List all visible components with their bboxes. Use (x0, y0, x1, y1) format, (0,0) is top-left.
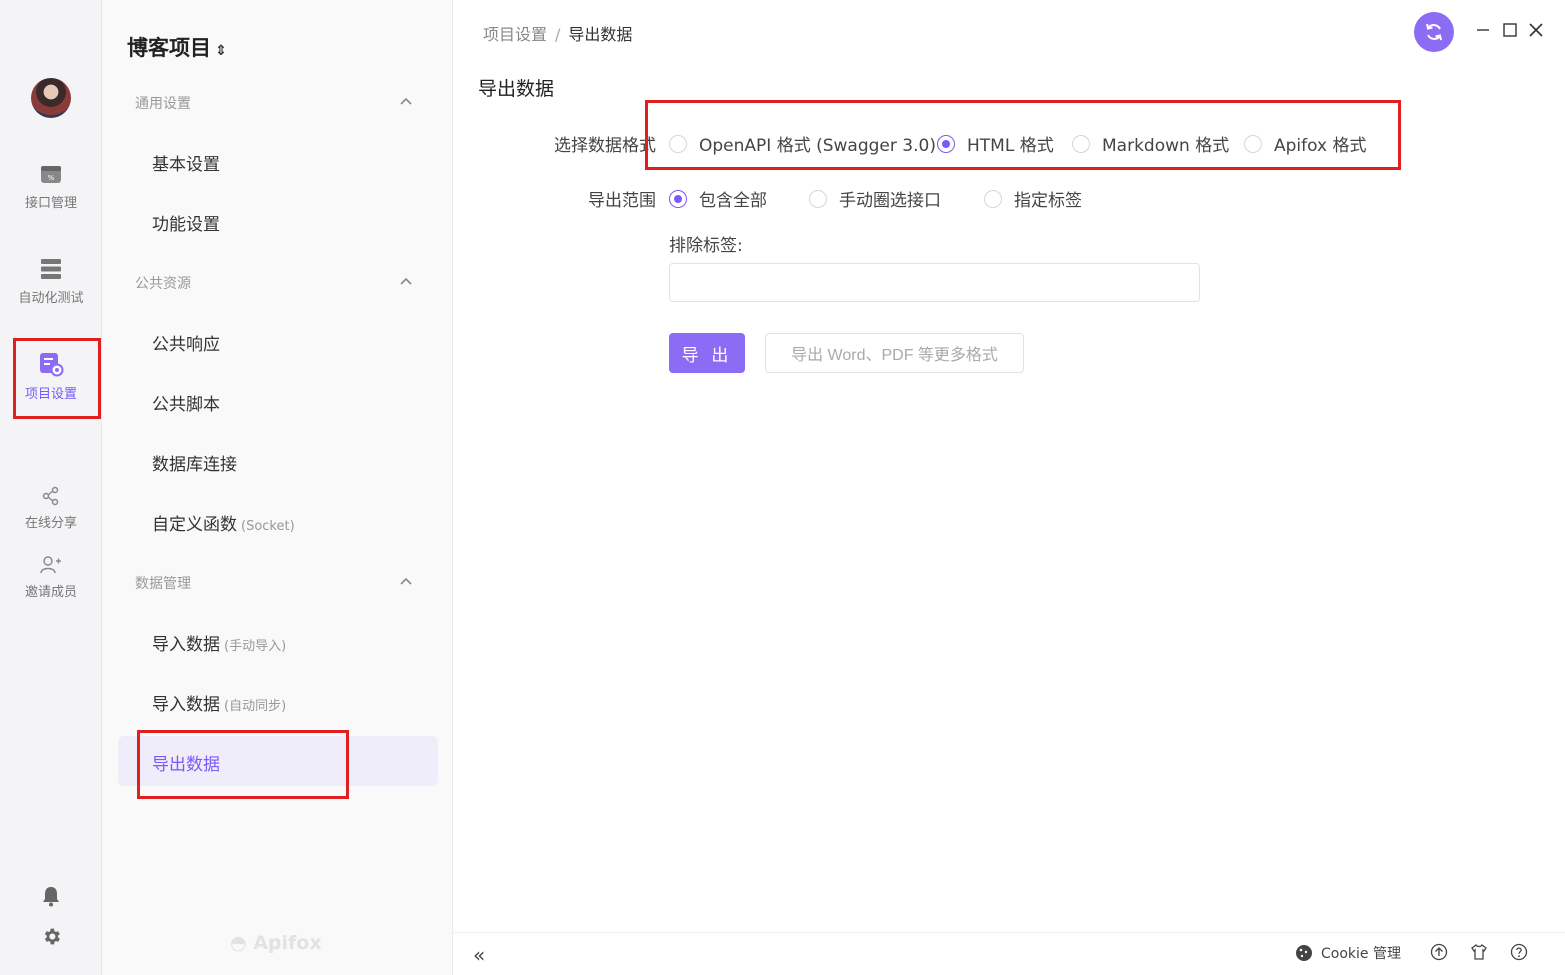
breadcrumb: 项目设置 / 导出数据 (483, 21, 632, 45)
more-formats-button[interactable]: 导出 Word、PDF 等更多格式 (765, 333, 1024, 373)
upload-icon[interactable] (1430, 943, 1448, 961)
rail-label: 接口管理 (24, 196, 77, 211)
maximize-icon (1503, 23, 1517, 37)
rail-item-automation-test[interactable]: 自动化测试 (0, 257, 102, 306)
nav-custom-function[interactable]: 自定义函数 (Socket) (152, 510, 295, 535)
scope-option-manual[interactable]: 手动圈选接口 (809, 186, 941, 211)
shirt-icon[interactable] (1470, 943, 1488, 961)
status-bar: « Cookie 管理 (453, 932, 1565, 975)
format-option-markdown[interactable]: Markdown 格式 (1072, 131, 1229, 156)
radio-icon (809, 189, 827, 208)
rail-label: 邀请成员 (24, 585, 77, 600)
nav-feature-settings[interactable]: 功能设置 (152, 210, 220, 235)
nav-hint: (手动导入) (224, 639, 287, 654)
exclude-tags-input[interactable] (669, 263, 1200, 302)
radio-icon (1244, 134, 1262, 153)
group-data-management[interactable]: 数据管理 (135, 573, 191, 593)
format-label: 选择数据格式 (554, 136, 656, 156)
breadcrumb-parent[interactable]: 项目设置 (483, 25, 547, 44)
scope-label: 导出范围 (588, 191, 656, 211)
gear-icon[interactable] (41, 926, 62, 947)
nav-hint: (自动同步) (224, 699, 287, 714)
chevron-up-icon[interactable] (400, 96, 412, 108)
project-title: 博客项目 (127, 36, 211, 60)
radio-label: Apifox 格式 (1274, 136, 1367, 156)
help-icon[interactable] (1510, 943, 1528, 961)
svg-text:%: % (48, 174, 55, 182)
nav-export-data[interactable]: 导出数据 (152, 750, 220, 775)
group-general-settings[interactable]: 通用设置 (135, 93, 191, 113)
export-button[interactable]: 导 出 (669, 333, 745, 373)
nav-hint: (Socket) (241, 519, 295, 534)
breadcrumb-separator: / (555, 25, 561, 44)
exclude-tags-label: 排除标签: (669, 236, 743, 256)
nav-import-auto-sync[interactable]: 导入数据 (自动同步) (152, 690, 286, 715)
radio-label: 手动圈选接口 (839, 191, 941, 211)
rail-label: 在线分享 (24, 516, 77, 531)
radio-label: OpenAPI 格式 (Swagger 3.0) (699, 136, 936, 156)
left-rail: % 接口管理 自动化测试 项目设置 在线分享 邀请成员 (0, 0, 102, 975)
settings-sidebar: 博客项目 ⇕ 通用设置 基本设置 功能设置 公共资源 公共响应 公共脚本 数据库连… (102, 0, 453, 975)
api-icon: % (41, 166, 61, 183)
format-option-apifox[interactable]: Apifox 格式 (1244, 131, 1366, 156)
collapse-sidebar-button[interactable]: « (473, 943, 485, 967)
chevron-up-icon[interactable] (400, 276, 412, 288)
nav-public-response[interactable]: 公共响应 (152, 330, 220, 355)
radio-label: HTML 格式 (967, 136, 1054, 156)
brand-name: Apifox (253, 932, 322, 954)
nav-label: 导入数据 (152, 695, 220, 715)
radio-label: 指定标签 (1014, 191, 1082, 211)
project-settings-icon (40, 353, 64, 377)
sync-button[interactable] (1414, 12, 1454, 52)
radio-icon (1072, 134, 1090, 153)
project-switcher[interactable]: 博客项目 ⇕ (127, 32, 227, 62)
nav-database-connection[interactable]: 数据库连接 (152, 450, 237, 475)
avatar[interactable] (31, 78, 71, 118)
group-public-resources[interactable]: 公共资源 (135, 273, 191, 293)
rail-item-invite-member[interactable]: 邀请成员 (0, 555, 102, 600)
nav-public-script[interactable]: 公共脚本 (152, 390, 220, 415)
nav-label: 自定义函数 (152, 515, 237, 535)
close-icon (1529, 23, 1543, 37)
add-user-icon (40, 556, 61, 574)
brand-logo: ◓ Apifox (230, 932, 322, 954)
rail-item-project-settings[interactable]: 项目设置 (0, 351, 102, 402)
radio-icon (984, 189, 1002, 208)
close-button[interactable] (1526, 20, 1546, 40)
format-option-openapi[interactable]: OpenAPI 格式 (Swagger 3.0) (669, 131, 936, 156)
radio-label: Markdown 格式 (1102, 136, 1230, 156)
rail-item-api-management[interactable]: % 接口管理 (0, 162, 102, 211)
scope-option-tag[interactable]: 指定标签 (984, 186, 1082, 211)
apifox-logo-icon: ◓ (230, 932, 247, 954)
chevron-up-icon[interactable] (400, 576, 412, 588)
radio-selected-icon (669, 189, 687, 208)
sync-icon (1426, 23, 1442, 41)
rail-item-online-share[interactable]: 在线分享 (0, 486, 102, 531)
page-title: 导出数据 (478, 78, 555, 100)
minimize-icon (1477, 29, 1489, 31)
cookie-label: Cookie 管理 (1321, 946, 1401, 962)
main-panel: 项目设置 / 导出数据 导出数据 选择数据格式 OpenAPI 格式 (Swagge… (453, 0, 1565, 975)
rail-label: 项目设置 (24, 387, 77, 402)
breadcrumb-current: 导出数据 (568, 25, 633, 44)
updown-icon: ⇕ (215, 43, 227, 59)
server-stack-icon (41, 259, 61, 279)
minimize-button[interactable] (1473, 20, 1493, 40)
nav-label: 导入数据 (152, 635, 220, 655)
nav-basic-settings[interactable]: 基本设置 (152, 150, 220, 175)
share-icon (42, 486, 59, 506)
nav-import-manual[interactable]: 导入数据 (手动导入) (152, 630, 286, 655)
radio-label: 包含全部 (699, 191, 767, 211)
rail-label: 自动化测试 (18, 291, 84, 306)
cookie-icon (1296, 945, 1312, 961)
radio-icon (669, 134, 687, 153)
maximize-button[interactable] (1500, 20, 1520, 40)
bell-icon[interactable] (41, 885, 61, 907)
cookie-manager-button[interactable]: Cookie 管理 (1295, 943, 1401, 963)
radio-selected-icon (937, 134, 955, 153)
format-option-html[interactable]: HTML 格式 (937, 131, 1054, 156)
scope-option-all[interactable]: 包含全部 (669, 186, 767, 211)
